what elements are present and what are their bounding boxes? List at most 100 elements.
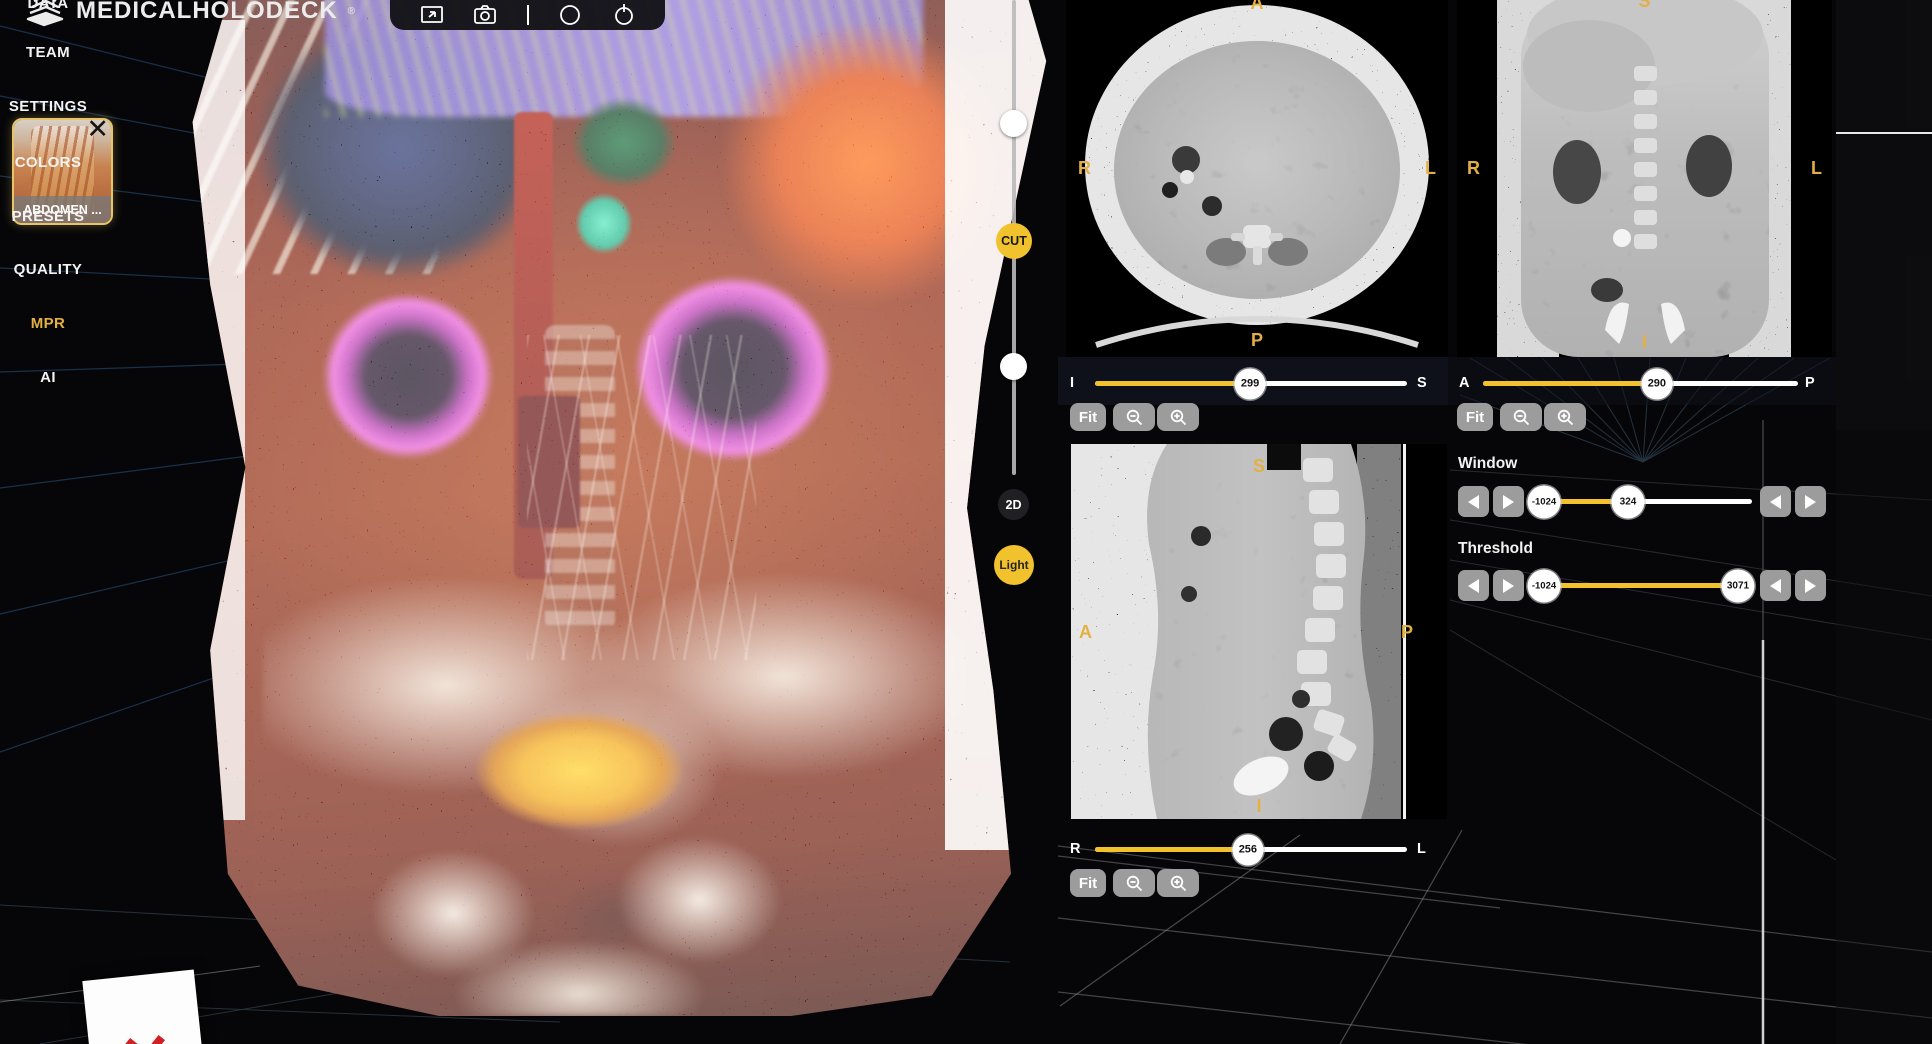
zoom-out-icon	[1126, 409, 1142, 425]
sidebar-extension	[1836, 430, 1932, 1044]
toolbar-separator	[526, 5, 529, 25]
window-step-left-button-2[interactable]	[1760, 486, 1791, 517]
threshold-low-value: -1024	[1531, 580, 1557, 591]
sagittal-slice-handle[interactable]: 256	[1232, 834, 1264, 865]
window-high-handle[interactable]: 324	[1611, 485, 1645, 518]
threshold-step-right-button-1[interactable]	[1493, 570, 1524, 601]
coronal-slice-slider[interactable]: 290	[1483, 368, 1798, 399]
sagittal-zoom-out-button[interactable]	[1113, 869, 1155, 897]
discard-drop-card: ✕	[82, 969, 206, 1044]
sagittal-orientation-bottom: I	[1256, 796, 1262, 816]
light-button[interactable]: Light	[994, 545, 1034, 585]
coronal-orientation-top: S	[1638, 0, 1651, 11]
sagittal-slice-slider[interactable]: 256	[1095, 834, 1407, 865]
threshold-step-left-button-1[interactable]	[1458, 570, 1489, 601]
sagittal-slider-start-label: R	[1070, 841, 1081, 857]
axial-orientation-left: R	[1078, 158, 1091, 178]
camera-icon[interactable]	[473, 4, 497, 26]
orbit-icon[interactable]	[558, 3, 582, 27]
close-dataset-icon[interactable]: ✕	[86, 120, 109, 143]
sagittal-orientation-top: S	[1252, 456, 1266, 476]
sidebar-item-data[interactable]: DATA	[0, 0, 96, 12]
threshold-label: Threshold	[1458, 540, 1533, 557]
window-range-slider[interactable]: -1024 324	[1527, 485, 1752, 518]
sagittal-slider-end-label: L	[1417, 841, 1426, 857]
threshold-step-right-button-2[interactable]	[1795, 570, 1826, 601]
reset-view-icon[interactable]	[612, 3, 636, 27]
coronal-zoom-out-button[interactable]	[1500, 403, 1542, 431]
axial-slice-value: 299	[1240, 377, 1260, 390]
window-label: Window	[1458, 455, 1518, 472]
tissue-noise	[192, 0, 1047, 1016]
logo-text: MEDICALHOLODECK	[76, 0, 338, 24]
window-step-right-button-1[interactable]	[1493, 486, 1524, 517]
axial-orientation-top: A	[1250, 0, 1264, 13]
threshold-low-handle[interactable]: -1024	[1527, 569, 1561, 602]
sagittal-zoom-in-button[interactable]	[1157, 869, 1199, 897]
left-arrow-icon	[1770, 494, 1781, 509]
axial-slice-slider[interactable]: 299	[1095, 368, 1407, 399]
zoom-out-icon	[1513, 409, 1529, 425]
coronal-ct-image	[1457, 0, 1832, 357]
zoom-out-icon	[1126, 875, 1142, 891]
sidebar-item-quality[interactable]: QUALITY	[0, 261, 96, 278]
axial-zoom-in-button[interactable]	[1157, 403, 1199, 431]
viewport-toolbar	[390, 0, 665, 30]
zoom-in-icon	[1170, 409, 1186, 425]
registered-mark: ®	[347, 5, 356, 17]
scroll-slider-handle[interactable]	[1000, 353, 1027, 380]
axial-fit-button[interactable]: Fit	[1070, 403, 1106, 431]
coronal-slice-value: 290	[1647, 377, 1667, 390]
sagittal-slice-value: 256	[1238, 843, 1258, 856]
right-arrow-icon	[1805, 494, 1816, 509]
window-low-handle[interactable]: -1024	[1527, 485, 1561, 518]
export-icon[interactable]	[420, 4, 444, 26]
threshold-high-value: 3071	[1726, 580, 1750, 591]
window-step-left-button-1[interactable]	[1458, 486, 1489, 517]
axial-ct-image	[1066, 0, 1448, 357]
threshold-step-left-button-2[interactable]	[1760, 570, 1791, 601]
axial-orientation-bottom: P	[1250, 330, 1264, 350]
cut-button[interactable]: CUT	[996, 223, 1032, 259]
window-high-value: 324	[1619, 496, 1637, 507]
coronal-slider-end-label: P	[1805, 375, 1815, 391]
threshold-high-handle[interactable]: 3071	[1721, 569, 1755, 602]
right-arrow-icon	[1503, 578, 1514, 593]
sagittal-fit-button[interactable]: Fit	[1070, 869, 1106, 897]
right-arrow-icon	[1805, 578, 1816, 593]
2d-mode-button[interactable]: 2D	[998, 489, 1029, 520]
sidebar-item-mpr[interactable]: MPR	[0, 315, 96, 332]
sidebar-item-settings[interactable]: SETTINGS	[0, 98, 96, 115]
axial-ct-view[interactable]: A R L P	[1066, 0, 1448, 357]
right-arrow-icon	[1503, 494, 1514, 509]
coronal-orientation-left: R	[1467, 158, 1480, 178]
3d-volume-render[interactable]	[192, 0, 1047, 1016]
coronal-fit-button[interactable]: Fit	[1457, 403, 1493, 431]
window-step-right-button-2[interactable]	[1795, 486, 1826, 517]
sidebar-item-team[interactable]: TEAM	[0, 44, 96, 61]
left-arrow-icon	[1468, 494, 1479, 509]
axial-orientation-right: L	[1425, 158, 1436, 178]
discard-x-icon[interactable]: ✕	[116, 1019, 177, 1044]
coronal-slice-handle[interactable]: 290	[1641, 368, 1673, 399]
sidebar-item-presets[interactable]: PRESETS	[0, 208, 96, 225]
sidebar-divider	[1836, 132, 1932, 134]
sidebar-item-colors[interactable]: COLORS	[0, 154, 96, 171]
coronal-zoom-in-button[interactable]	[1544, 403, 1586, 431]
window-low-value: -1024	[1531, 496, 1557, 507]
zoom-slider-handle[interactable]	[1000, 110, 1027, 137]
app-window: MEDICALHOLODECK ® ✕ ABDOMEN ... CUT 2D L…	[0, 0, 1932, 1044]
axial-zoom-out-button[interactable]	[1113, 403, 1155, 431]
threshold-range-slider[interactable]: -1024 3071	[1527, 569, 1755, 602]
sidebar-item-ai[interactable]: AI	[0, 369, 96, 386]
sagittal-orientation-right: P	[1400, 622, 1413, 642]
axial-slider-end-label: S	[1417, 375, 1427, 391]
coronal-orientation-bottom: I	[1641, 332, 1648, 352]
axial-slider-start-label: I	[1070, 375, 1075, 391]
sagittal-ct-view[interactable]: S A P I	[1071, 444, 1447, 819]
axial-slice-handle[interactable]: 299	[1234, 368, 1266, 399]
sagittal-ct-image	[1071, 444, 1447, 819]
coronal-ct-view[interactable]: S R L I	[1457, 0, 1832, 357]
sidebar-menu	[1836, 0, 1932, 430]
left-arrow-icon	[1770, 578, 1781, 593]
